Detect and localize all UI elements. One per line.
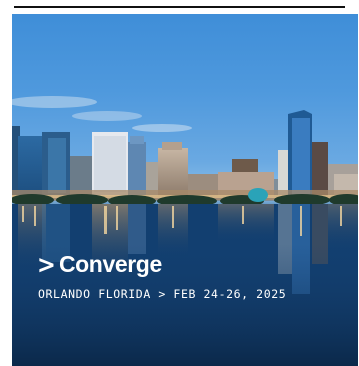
event-banner[interactable]: > Converge ORLANDO FLORIDA > FEB 24-26, … — [12, 14, 358, 366]
skyline-right — [188, 110, 358, 196]
brand-name: Converge — [58, 251, 162, 277]
fountain — [248, 188, 268, 202]
clouds — [12, 96, 192, 132]
converge-logo: > Converge — [36, 251, 162, 278]
top-divider — [14, 6, 345, 8]
chevron-right-icon: > — [37, 250, 56, 279]
skyline-left — [12, 126, 188, 196]
event-location-date: ORLANDO FLORIDA > FEB 24-26, 2025 — [38, 287, 287, 301]
page-frame: > Converge ORLANDO FLORIDA > FEB 24-26, … — [0, 0, 359, 366]
orlando-skyline-photo — [12, 96, 358, 366]
